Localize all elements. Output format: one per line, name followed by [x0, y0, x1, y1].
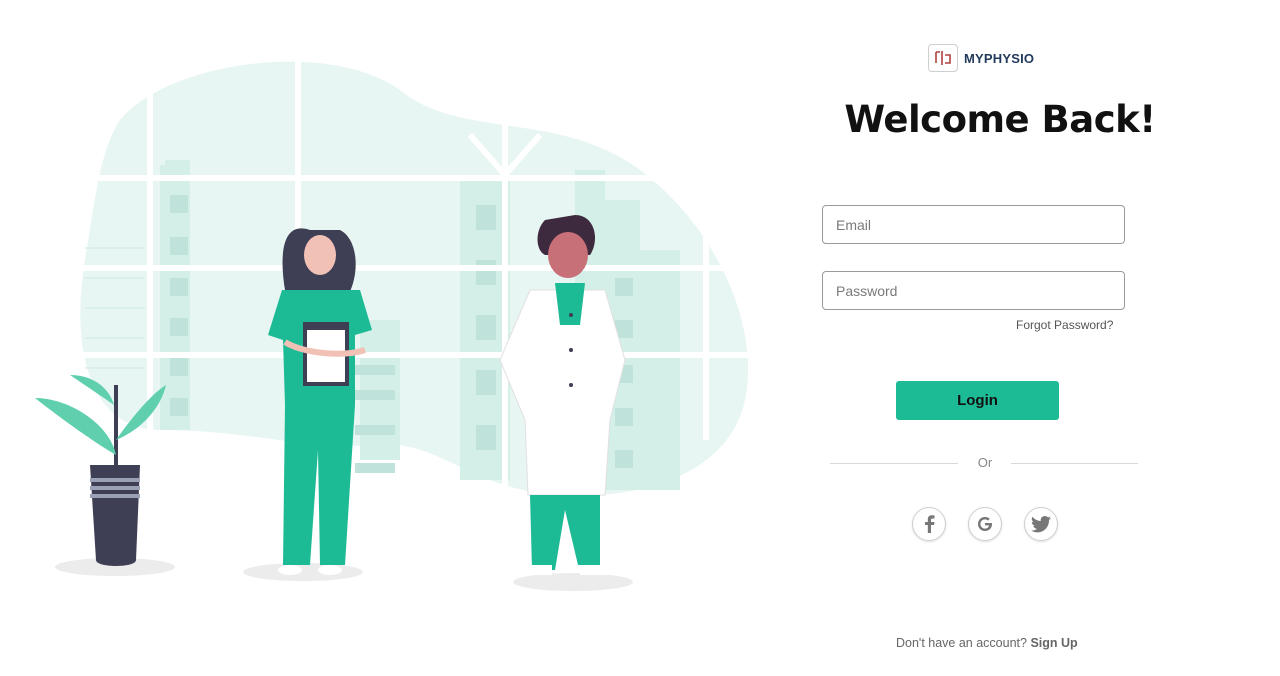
signup-prompt-text: Don't have an account?	[896, 636, 1027, 650]
email-field[interactable]	[822, 205, 1125, 244]
divider-left	[830, 463, 958, 464]
signup-link[interactable]: Sign Up	[1030, 636, 1077, 650]
divider-right	[1011, 463, 1138, 464]
facebook-icon	[925, 515, 935, 533]
brand-name-prefix: MY	[964, 50, 984, 66]
brand-logo-icon	[928, 44, 958, 72]
page-title: Welcome Back!	[844, 98, 1156, 141]
google-icon	[978, 517, 992, 531]
google-login-button[interactable]	[968, 507, 1002, 541]
brand-name-suffix: PHYSIO	[983, 50, 1035, 66]
login-button[interactable]: Login	[896, 381, 1059, 420]
potted-plant	[35, 375, 175, 576]
signup-prompt: Don't have an account? Sign Up	[896, 636, 1078, 650]
brand-name: MYPHYSIO	[964, 51, 1034, 66]
facebook-login-button[interactable]	[912, 507, 946, 541]
login-panel: MYPHYSIO Welcome Back! Forgot Password? …	[800, 0, 1280, 676]
or-label: Or	[977, 455, 993, 470]
password-field[interactable]	[822, 271, 1125, 310]
brand: MYPHYSIO	[928, 44, 1034, 72]
twitter-login-button[interactable]	[1024, 507, 1058, 541]
forgot-password-link[interactable]: Forgot Password?	[1016, 318, 1113, 332]
hero-illustration	[35, 40, 750, 591]
twitter-icon	[1031, 515, 1051, 532]
